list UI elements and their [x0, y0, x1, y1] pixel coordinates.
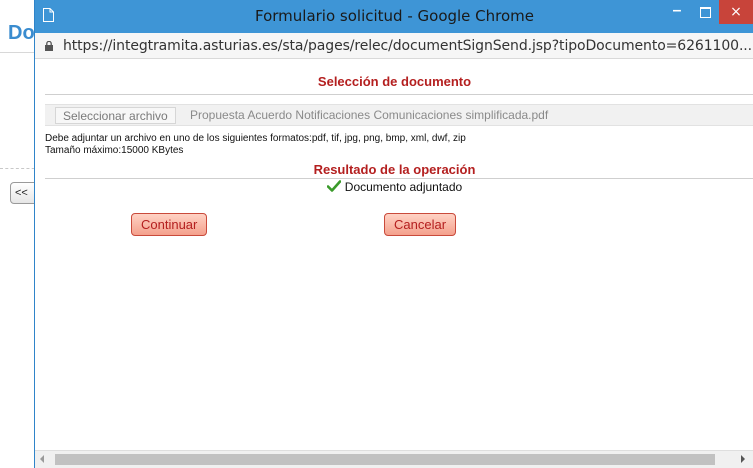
close-button[interactable]: ×: [719, 0, 753, 24]
scroll-right-arrow-icon[interactable]: [741, 455, 745, 463]
horizontal-scrollbar[interactable]: [35, 450, 753, 468]
chrome-popup-window: Formulario solicitud - Google Chrome – ×…: [34, 0, 753, 468]
select-file-button[interactable]: Seleccionar archivo: [55, 107, 176, 124]
formats-note: Debe adjuntar un archivo en uno de los s…: [45, 133, 466, 144]
continue-button[interactable]: Continuar: [131, 213, 208, 236]
maximize-icon: [700, 7, 711, 18]
background-heading: Do: [8, 22, 35, 44]
window-titlebar[interactable]: Formulario solicitud - Google Chrome – ×: [35, 0, 753, 33]
selection-title: Selección de documento: [317, 74, 472, 89]
page-content: Selección de documento Seleccionar archi…: [35, 60, 753, 450]
result-title: Resultado de la operación: [313, 162, 476, 177]
scroll-left-arrow-icon[interactable]: [40, 455, 44, 463]
result-message: Documento adjuntado: [344, 180, 463, 194]
scrollbar-thumb[interactable]: [55, 454, 715, 465]
selected-file-name: Propuesta Acuerdo Notificaciones Comunic…: [190, 108, 549, 122]
cancel-button[interactable]: Cancelar: [384, 213, 457, 236]
divider: [45, 94, 753, 95]
divider: [45, 178, 753, 179]
check-icon: [326, 180, 341, 192]
window-title: Formulario solicitud - Google Chrome: [254, 7, 535, 25]
address-bar[interactable]: https://integtramita.asturias.es/sta/pag…: [35, 33, 753, 59]
lock-icon: [45, 41, 53, 51]
minimize-button[interactable]: –: [663, 2, 691, 24]
file-input-row: Seleccionar archivo Propuesta Acuerdo No…: [45, 104, 753, 126]
result-message-row: Documento adjuntado: [35, 180, 753, 194]
maximize-button[interactable]: [691, 4, 719, 24]
url-text[interactable]: https://integtramita.asturias.es/sta/pag…: [63, 33, 752, 59]
max-size-note: Tamaño máximo:15000 KBytes: [45, 145, 184, 156]
